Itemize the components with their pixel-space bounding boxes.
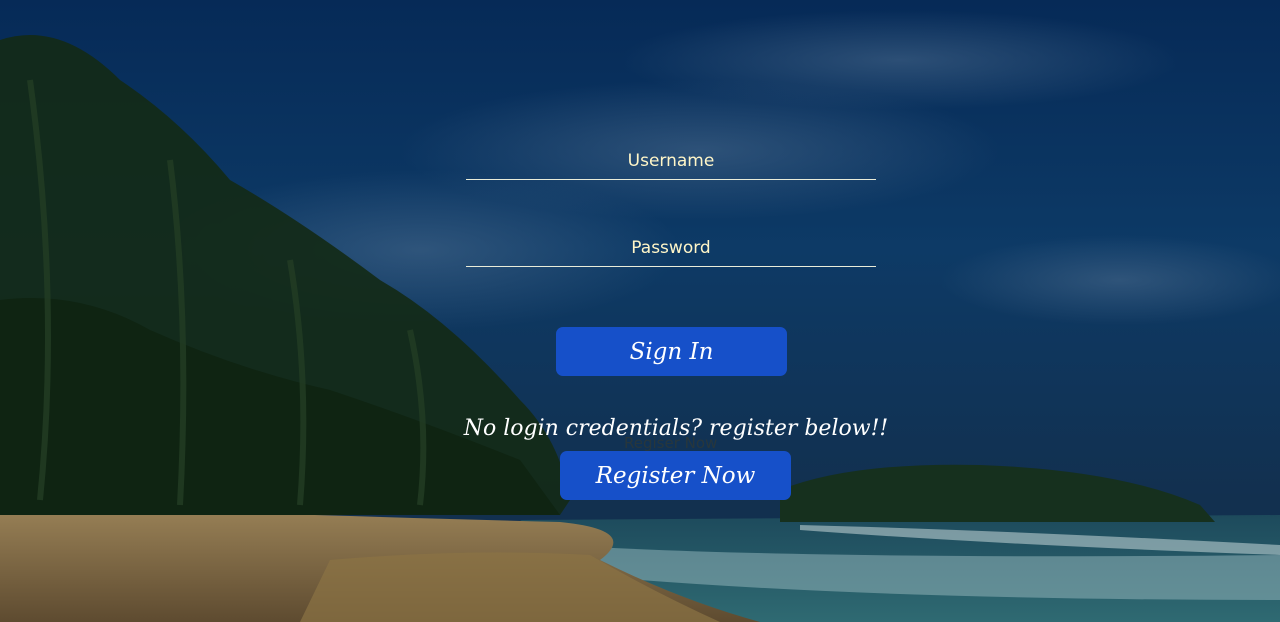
register-now-button[interactable]: Register Now	[560, 451, 791, 500]
beach-background-image	[0, 0, 1280, 622]
sign-in-button[interactable]: Sign In	[556, 327, 787, 376]
password-input[interactable]	[466, 227, 876, 267]
login-page: Sign In Regiser Now No login credentials…	[0, 0, 1280, 622]
register-prompt: No login credentials? register below!!	[463, 416, 889, 441]
username-field[interactable]	[466, 140, 876, 180]
username-input[interactable]	[466, 140, 876, 180]
password-field[interactable]	[466, 227, 876, 267]
